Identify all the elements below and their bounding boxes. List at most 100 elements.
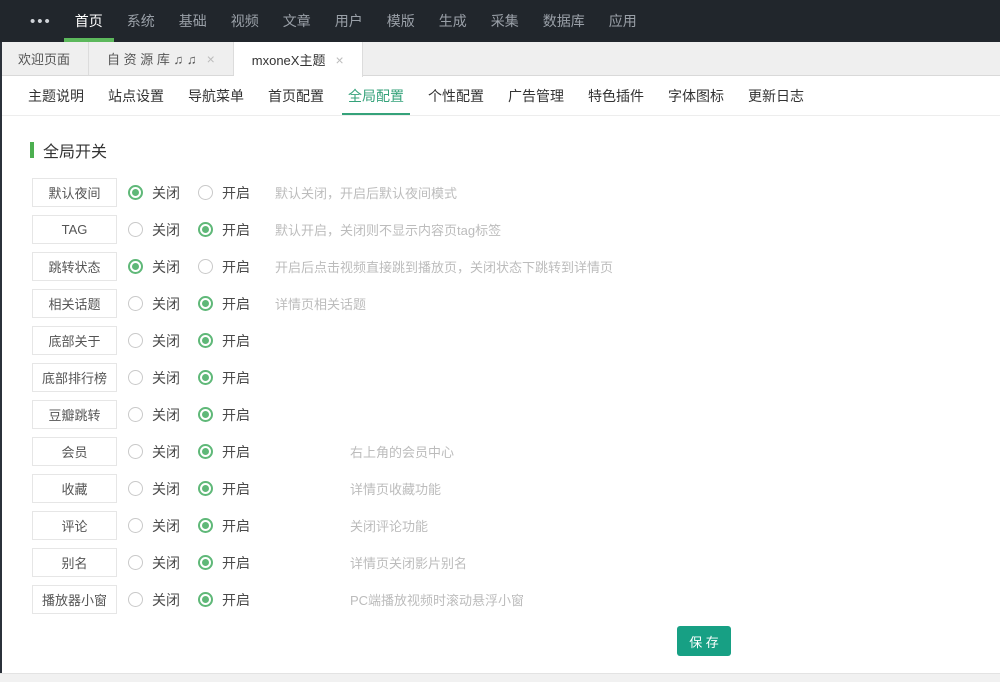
radio-icon[interactable] [128, 222, 143, 237]
radio-icon[interactable] [198, 481, 213, 496]
radio-icon[interactable] [198, 296, 213, 311]
radio-on-label: 开启 [222, 368, 250, 388]
radio-icon[interactable] [128, 333, 143, 348]
radio-icon[interactable] [198, 259, 213, 274]
radio-icon[interactable] [128, 481, 143, 496]
topnav-item[interactable]: 模版 [376, 0, 426, 42]
radio-option-off[interactable]: 关闭 [128, 548, 180, 577]
radio-option-off[interactable]: 关闭 [128, 252, 180, 281]
radio-option-on[interactable]: 开启 [198, 326, 250, 355]
radio-option-on[interactable]: 开启 [198, 289, 250, 318]
radio-icon[interactable] [128, 592, 143, 607]
workspace-tab[interactable]: 自 资 源 库 ♫ ♫ × [89, 42, 234, 75]
topnav-item[interactable]: 文章 [272, 0, 322, 42]
radio-icon[interactable] [198, 407, 213, 422]
more-menu-icon[interactable]: ••• [18, 0, 64, 42]
radio-off-label: 关闭 [152, 368, 180, 388]
radio-icon[interactable] [128, 185, 143, 200]
radio-option-off[interactable]: 关闭 [128, 511, 180, 540]
switch-row: 底部排行榜 关闭 开启 [32, 363, 1000, 392]
close-icon[interactable]: × [335, 53, 343, 67]
radio-icon[interactable] [198, 333, 213, 348]
subnav-tab[interactable]: 站点设置 [102, 76, 170, 115]
subnav-tab[interactable]: 首页配置 [262, 76, 330, 115]
topnav-item[interactable]: 用户 [324, 0, 374, 42]
topnav-item[interactable]: 基础 [168, 0, 218, 42]
radio-option-on[interactable]: 开启 [198, 178, 250, 207]
radio-option-on[interactable]: 开启 [198, 548, 250, 577]
radio-option-on[interactable]: 开启 [198, 511, 250, 540]
radio-option-on[interactable]: 开启 [198, 437, 250, 466]
switch-row: 会员 关闭 开启 右上角的会员中心 [32, 437, 1000, 466]
save-button[interactable]: 保 存 [677, 626, 731, 656]
radio-icon[interactable] [128, 259, 143, 274]
switch-name-box: 别名 [32, 548, 117, 577]
radio-icon[interactable] [198, 518, 213, 533]
radio-on-label: 开启 [222, 257, 250, 277]
radio-option-off[interactable]: 关闭 [128, 178, 180, 207]
admin-screen: ••• 首页系统基础视频文章用户模版生成采集数据库应用 欢迎页面 自 资 源 库… [0, 0, 1000, 682]
radio-icon[interactable] [198, 555, 213, 570]
subnav-tab[interactable]: 字体图标 [662, 76, 730, 115]
radio-option-on[interactable]: 开启 [198, 215, 250, 244]
radio-on-label: 开启 [222, 183, 250, 203]
topnav-item[interactable]: 采集 [480, 0, 530, 42]
tab-label: mxoneX主题 [252, 50, 326, 69]
radio-icon[interactable] [128, 555, 143, 570]
switch-description: 关闭评论功能 [350, 511, 428, 540]
radio-icon[interactable] [198, 370, 213, 385]
radio-off-label: 关闭 [152, 331, 180, 351]
switch-description: 开启后点击视频直接跳到播放页，关闭状态下跳转到详情页 [275, 252, 613, 281]
radio-option-off[interactable]: 关闭 [128, 363, 180, 392]
switch-row: 默认夜间 关闭 开启 默认关闭，开启后默认夜间模式 [32, 178, 1000, 207]
topnav-item[interactable]: 数据库 [532, 0, 596, 42]
radio-option-on[interactable]: 开启 [198, 363, 250, 392]
radio-option-on[interactable]: 开启 [198, 252, 250, 281]
radio-off-label: 关闭 [152, 479, 180, 499]
workspace-tab[interactable]: mxoneX主题 × [234, 42, 363, 77]
subnav-tab[interactable]: 特色插件 [582, 76, 650, 115]
radio-option-on[interactable]: 开启 [198, 585, 250, 614]
radio-on-label: 开启 [222, 294, 250, 314]
radio-icon[interactable] [128, 370, 143, 385]
topnav-item[interactable]: 视频 [220, 0, 270, 42]
radio-icon[interactable] [128, 407, 143, 422]
subnav-tab[interactable]: 个性配置 [422, 76, 490, 115]
switch-row: 跳转状态 关闭 开启 开启后点击视频直接跳到播放页，关闭状态下跳转到详情页 [32, 252, 1000, 281]
radio-option-off[interactable]: 关闭 [128, 400, 180, 429]
switch-row: 收藏 关闭 开启 详情页收藏功能 [32, 474, 1000, 503]
subnav-tab[interactable]: 全局配置 [342, 76, 410, 115]
close-icon[interactable]: × [207, 52, 215, 66]
radio-option-off[interactable]: 关闭 [128, 289, 180, 318]
radio-option-on[interactable]: 开启 [198, 474, 250, 503]
radio-option-off[interactable]: 关闭 [128, 215, 180, 244]
topnav-item[interactable]: 应用 [598, 0, 648, 42]
radio-icon[interactable] [128, 518, 143, 533]
radio-option-off[interactable]: 关闭 [128, 437, 180, 466]
radio-option-off[interactable]: 关闭 [128, 474, 180, 503]
subnav-tab[interactable]: 更新日志 [742, 76, 810, 115]
topnav-item[interactable]: 生成 [428, 0, 478, 42]
radio-on-label: 开启 [222, 405, 250, 425]
radio-icon[interactable] [128, 444, 143, 459]
switch-description: 右上角的会员中心 [350, 437, 454, 466]
radio-icon[interactable] [198, 592, 213, 607]
switch-name-box: 默认夜间 [32, 178, 117, 207]
subnav-tab[interactable]: 主题说明 [22, 76, 90, 115]
switch-row: 豆瓣跳转 关闭 开启 [32, 400, 1000, 429]
subnav-tab[interactable]: 导航菜单 [182, 76, 250, 115]
radio-icon[interactable] [128, 296, 143, 311]
radio-on-label: 开启 [222, 442, 250, 462]
subnav-tab[interactable]: 广告管理 [502, 76, 570, 115]
radio-option-on[interactable]: 开启 [198, 400, 250, 429]
radio-option-off[interactable]: 关闭 [128, 585, 180, 614]
workspace-tab[interactable]: 欢迎页面 [0, 42, 89, 75]
topnav-item[interactable]: 系统 [116, 0, 166, 42]
radio-icon[interactable] [198, 222, 213, 237]
radio-icon[interactable] [198, 185, 213, 200]
topnav-item[interactable]: 首页 [64, 0, 114, 42]
radio-off-label: 关闭 [152, 220, 180, 240]
radio-off-label: 关闭 [152, 553, 180, 573]
radio-option-off[interactable]: 关闭 [128, 326, 180, 355]
radio-icon[interactable] [198, 444, 213, 459]
